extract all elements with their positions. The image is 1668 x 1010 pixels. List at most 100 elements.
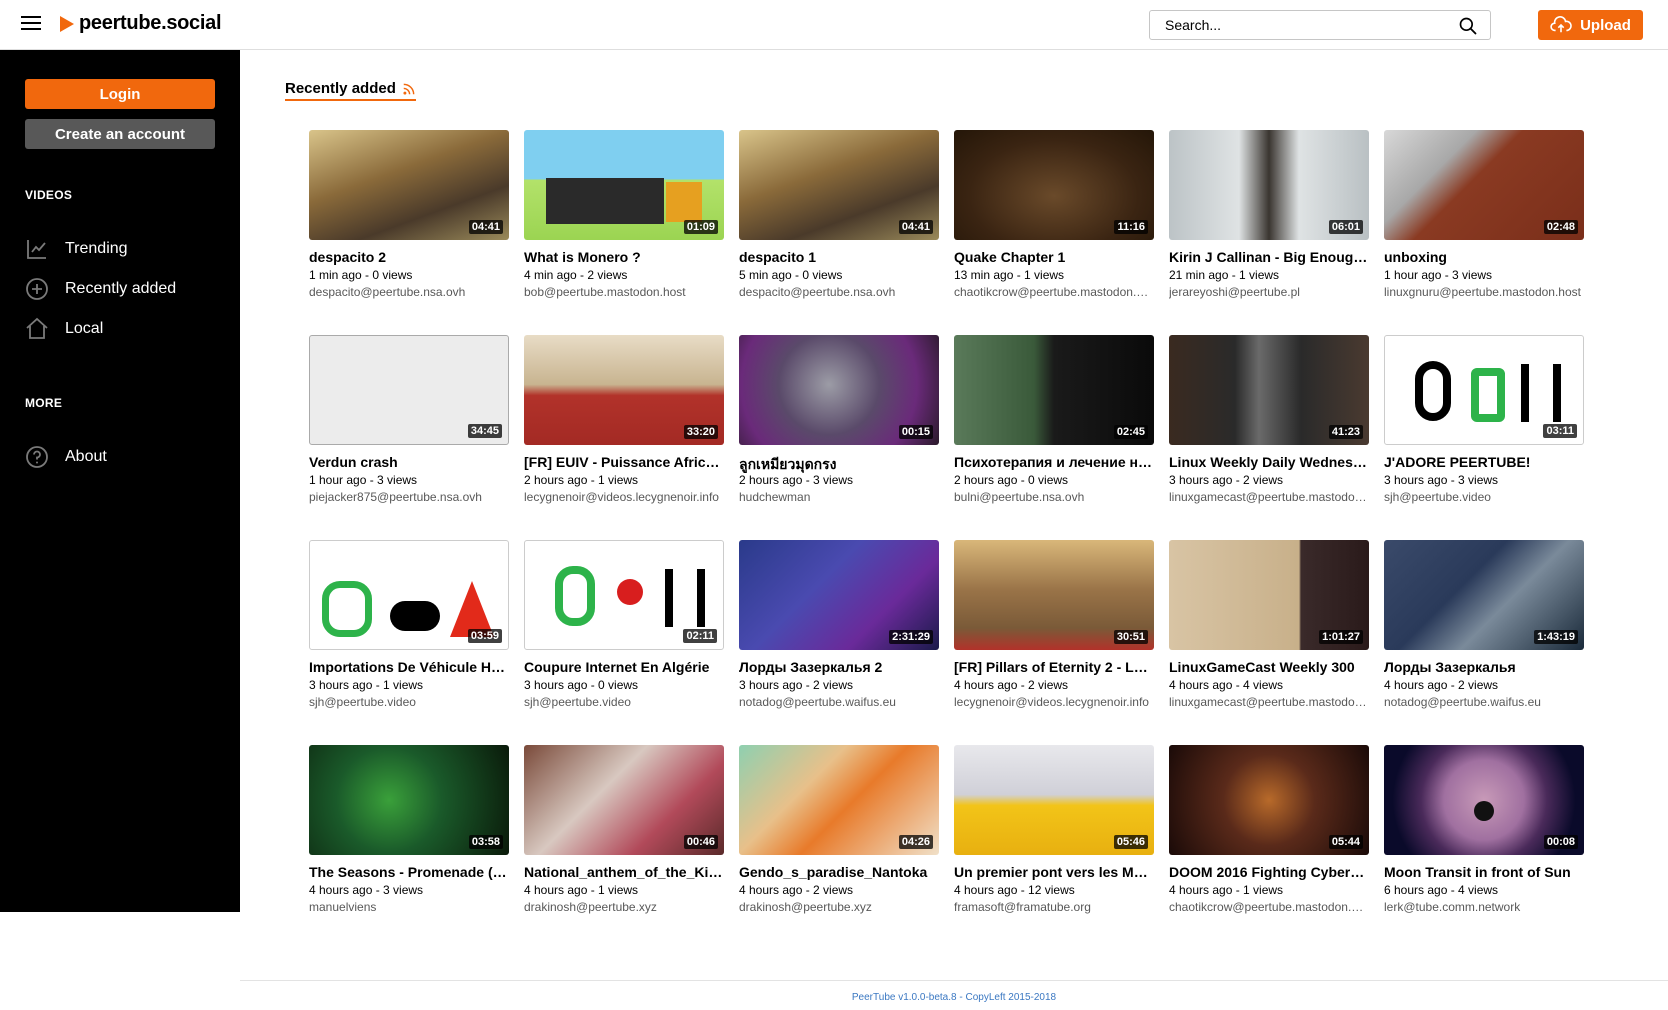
video-title[interactable]: DOOM 2016 Fighting Cyberdemon — [1169, 864, 1369, 880]
video-account[interactable]: sjh@peertube.video — [309, 695, 509, 709]
video-thumbnail[interactable]: 1:43:19 — [1384, 540, 1584, 650]
video-thumbnail[interactable]: 02:45 — [954, 335, 1154, 445]
video-title[interactable]: despacito 1 — [739, 249, 939, 265]
video-thumbnail[interactable]: 02:48 — [1384, 130, 1584, 240]
video-thumbnail[interactable]: 05:46 — [954, 745, 1154, 855]
create-account-button[interactable]: Create an account — [25, 119, 215, 149]
video-account[interactable]: manuelviens — [309, 900, 509, 914]
video-thumbnail[interactable]: 04:41 — [739, 130, 939, 240]
video-title[interactable]: Психотерапия и лечение на мозъка — [954, 454, 1154, 470]
video-thumbnail[interactable]: 11:16 — [954, 130, 1154, 240]
video-title[interactable]: despacito 2 — [309, 249, 509, 265]
video-account[interactable]: linuxgnuru@peertube.mastodon.host — [1384, 285, 1584, 299]
video-account[interactable]: notadog@peertube.waifus.eu — [1384, 695, 1584, 709]
video-title[interactable]: Importations De Véhicule Hors UE — [309, 659, 509, 675]
video-thumbnail[interactable]: 30:51 — [954, 540, 1154, 650]
video-account[interactable]: drakinosh@peertube.xyz — [739, 900, 939, 914]
video-title[interactable]: Gendo_s_paradise_Nantoka — [739, 864, 939, 880]
video-card: 1:01:27 LinuxGameCast Weekly 300 4 hours… — [1169, 540, 1369, 720]
video-duration: 2:31:29 — [889, 630, 933, 644]
video-account[interactable]: framasoft@framatube.org — [954, 900, 1154, 914]
video-thumbnail[interactable]: 02:11 — [524, 540, 724, 650]
video-thumbnail[interactable]: 01:09 — [524, 130, 724, 240]
upload-button[interactable]: Upload — [1538, 10, 1643, 40]
video-account[interactable]: sjh@peertube.video — [524, 695, 724, 709]
video-thumbnail[interactable]: 33:20 — [524, 335, 724, 445]
video-account[interactable]: chaotikcrow@peertube.mastodon.host — [954, 285, 1154, 299]
video-title[interactable]: The Seasons - Promenade (Live) — [309, 864, 509, 880]
video-title[interactable]: Лорды Зазеркалья 2 — [739, 659, 939, 675]
video-account[interactable]: sjh@peertube.video — [1384, 490, 1584, 504]
video-account[interactable]: linuxgamecast@peertube.mastodon.host — [1169, 490, 1369, 504]
video-account[interactable]: lerk@tube.comm.network — [1384, 900, 1584, 914]
video-title[interactable]: National_anthem_of_the_Kingdom — [524, 864, 724, 880]
recently-added-heading[interactable]: Recently added — [285, 80, 416, 101]
video-account[interactable]: lecygnenoir@videos.lecygnenoir.info — [954, 695, 1154, 709]
video-duration: 33:20 — [683, 425, 718, 439]
video-card: 03:59 Importations De Véhicule Hors UE 3… — [309, 540, 509, 720]
video-account[interactable]: notadog@peertube.waifus.eu — [739, 695, 939, 709]
search-input[interactable] — [1150, 11, 1450, 39]
site-logo[interactable]: peertube.social — [60, 12, 222, 35]
video-duration: 00:46 — [683, 835, 718, 849]
video-thumbnail[interactable]: 06:01 — [1169, 130, 1369, 240]
footer-divider — [240, 980, 1668, 981]
video-title[interactable]: Kirin J Callinan - Big Enough ft. Alex C… — [1169, 249, 1369, 265]
video-title[interactable]: What is Monero ? — [524, 249, 724, 265]
video-meta: 4 hours ago - 2 views — [739, 883, 854, 897]
video-thumbnail[interactable]: 34:45 — [309, 335, 509, 445]
video-thumbnail[interactable]: 04:41 — [309, 130, 509, 240]
video-title[interactable]: Quake Chapter 1 — [954, 249, 1154, 265]
video-thumbnail[interactable]: 00:46 — [524, 745, 724, 855]
video-account[interactable]: despacito@peertube.nsa.ovh — [739, 285, 939, 299]
video-title[interactable]: [FR] Pillars of Eternity 2 - Let's Fligh… — [954, 659, 1154, 675]
video-card: 30:51 [FR] Pillars of Eternity 2 - Let's… — [954, 540, 1154, 720]
video-title[interactable]: J'ADORE PEERTUBE! — [1384, 454, 1584, 470]
video-duration: 06:01 — [1328, 220, 1363, 234]
video-title[interactable]: Coupure Internet En Algérie — [524, 659, 724, 675]
video-title[interactable]: Лорды Зазеркалья — [1384, 659, 1584, 675]
video-thumbnail[interactable]: 2:31:29 — [739, 540, 939, 650]
video-thumbnail[interactable]: 04:26 — [739, 745, 939, 855]
hamburger-menu-icon[interactable] — [21, 16, 41, 34]
video-account[interactable]: despacito@peertube.nsa.ovh — [309, 285, 509, 299]
sidebar-item-label: Trending — [65, 240, 128, 257]
video-thumbnail[interactable]: 41:23 — [1169, 335, 1369, 445]
video-thumbnail[interactable]: 00:08 — [1384, 745, 1584, 855]
video-card: 00:15 ลูกเหมียวมุดกรง 2 hours ago - 3 vi… — [739, 335, 939, 515]
video-title[interactable]: Verdun crash — [309, 454, 509, 470]
video-account[interactable]: linuxgamecast@peertube.mastodon.host — [1169, 695, 1369, 709]
video-title[interactable]: Linux Weekly Daily Wednesday 21 — [1169, 454, 1369, 470]
video-thumbnail[interactable]: 03:59 — [309, 540, 509, 650]
video-account[interactable]: hudchewman — [739, 490, 939, 504]
video-title[interactable]: unboxing — [1384, 249, 1584, 265]
video-account[interactable]: drakinosh@peertube.xyz — [524, 900, 724, 914]
video-title[interactable]: [FR] EUIV - Puissance Africaine — [524, 454, 724, 470]
video-account[interactable]: chaotikcrow@peertube.mastodon.host — [1169, 900, 1369, 914]
video-thumbnail[interactable]: 03:58 — [309, 745, 509, 855]
sidebar-item-local[interactable]: Local — [25, 314, 225, 344]
sidebar-item-trending[interactable]: Trending — [25, 234, 225, 264]
sidebar-item-recently-added[interactable]: Recently added — [25, 274, 225, 304]
video-thumbnail[interactable]: 05:44 — [1169, 745, 1369, 855]
video-meta: 4 hours ago - 1 views — [524, 883, 639, 897]
video-thumbnail[interactable]: 03:11 — [1384, 335, 1584, 445]
video-meta: 2 hours ago - 1 views — [524, 473, 639, 487]
login-button[interactable]: Login — [25, 79, 215, 109]
video-title[interactable]: LinuxGameCast Weekly 300 — [1169, 659, 1369, 675]
video-title[interactable]: Un premier pont vers les Mastodon — [954, 864, 1154, 880]
rss-feed-icon[interactable] — [402, 82, 416, 96]
footer-version-link[interactable]: PeerTube v1.0.0-beta.8 - CopyLeft 2015-2… — [852, 992, 1056, 1003]
video-account[interactable]: bulni@peertube.nsa.ovh — [954, 490, 1154, 504]
video-title[interactable]: Moon Transit in front of Sun — [1384, 864, 1584, 880]
sidebar-item-about[interactable]: About — [25, 442, 225, 472]
video-account[interactable]: piejacker875@peertube.nsa.ovh — [309, 490, 509, 504]
video-card: 06:01 Kirin J Callinan - Big Enough ft. … — [1169, 130, 1369, 310]
video-account[interactable]: bob@peertube.mastodon.host — [524, 285, 724, 299]
site-name: peertube.social — [79, 12, 222, 34]
video-thumbnail[interactable]: 00:15 — [739, 335, 939, 445]
video-thumbnail[interactable]: 1:01:27 — [1169, 540, 1369, 650]
search-icon[interactable] — [1458, 16, 1478, 36]
video-account[interactable]: jerareyoshi@peertube.pl — [1169, 285, 1369, 299]
video-account[interactable]: lecygnenoir@videos.lecygnenoir.info — [524, 490, 724, 504]
